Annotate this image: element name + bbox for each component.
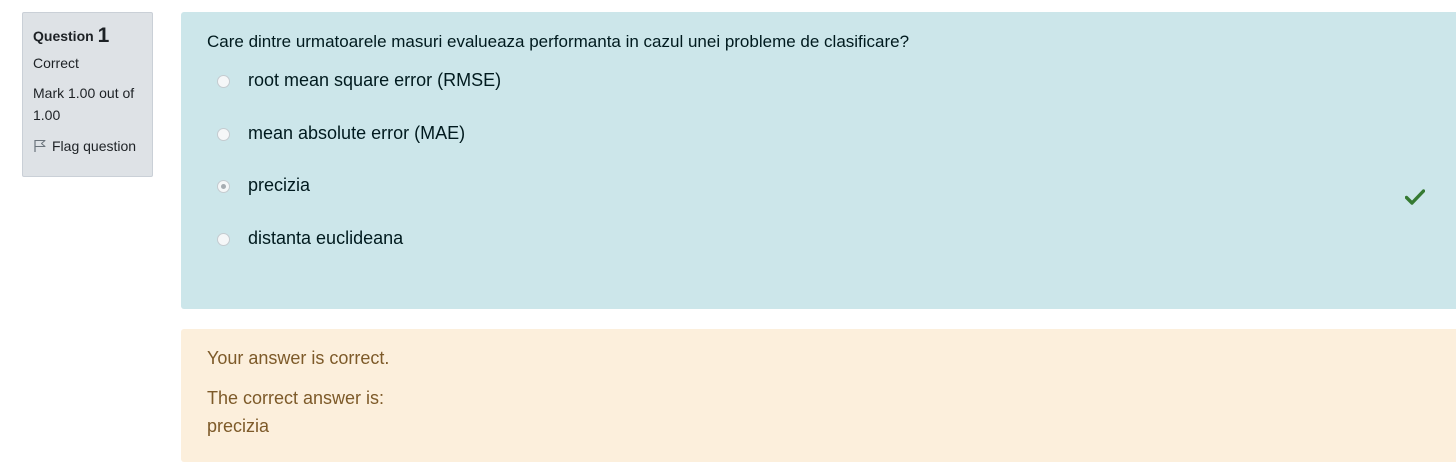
- answer-radio[interactable]: [217, 232, 230, 246]
- answer-radio[interactable]: [217, 127, 230, 141]
- question-info-panel: Question 1 Correct Mark 1.00 out of 1.00…: [22, 12, 153, 177]
- question-text: Care dintre urmatoarele masuri evalueaza…: [207, 32, 910, 51]
- question-number: 1: [97, 24, 110, 47]
- right-answer-value: precizia: [207, 416, 270, 436]
- answer-option[interactable]: root mean square error (RMSE): [207, 70, 1430, 128]
- question-formulation: Care dintre urmatoarele masuri evalueaza…: [181, 12, 1456, 309]
- answer-label: distanta euclideana: [248, 227, 404, 248]
- right-answer: The correct answer is: precizia: [207, 384, 1430, 440]
- answer-label: root mean square error (RMSE): [248, 70, 502, 90]
- answer-list: root mean square error (RMSE) mean absol…: [207, 70, 1430, 286]
- question-grade: Mark 1.00 out of 1.00: [33, 85, 135, 123]
- flag-question-button[interactable]: Flag question: [33, 137, 142, 155]
- answer-option[interactable]: mean absolute error (MAE): [207, 123, 1430, 181]
- answer-option[interactable]: precizia: [207, 175, 1430, 233]
- general-feedback: Your answer is correct.: [207, 348, 390, 368]
- question-prefix: Question: [33, 28, 94, 44]
- answer-radio[interactable]: [217, 75, 230, 88]
- flag-question-label: Flag question: [52, 138, 137, 154]
- flag-icon: [34, 140, 46, 152]
- right-answer-intro: The correct answer is:: [207, 388, 385, 408]
- question-heading: Question 1: [33, 23, 142, 49]
- answer-label: mean absolute error (MAE): [248, 122, 466, 143]
- answer-label: precizia: [248, 175, 311, 195]
- question-state: Correct: [33, 55, 79, 71]
- checkmark-icon: [1405, 189, 1425, 205]
- answer-radio-selected[interactable]: [217, 180, 230, 193]
- answer-option[interactable]: distanta euclideana: [207, 228, 1430, 286]
- outcome-panel: Your answer is correct. The correct answ…: [181, 329, 1456, 462]
